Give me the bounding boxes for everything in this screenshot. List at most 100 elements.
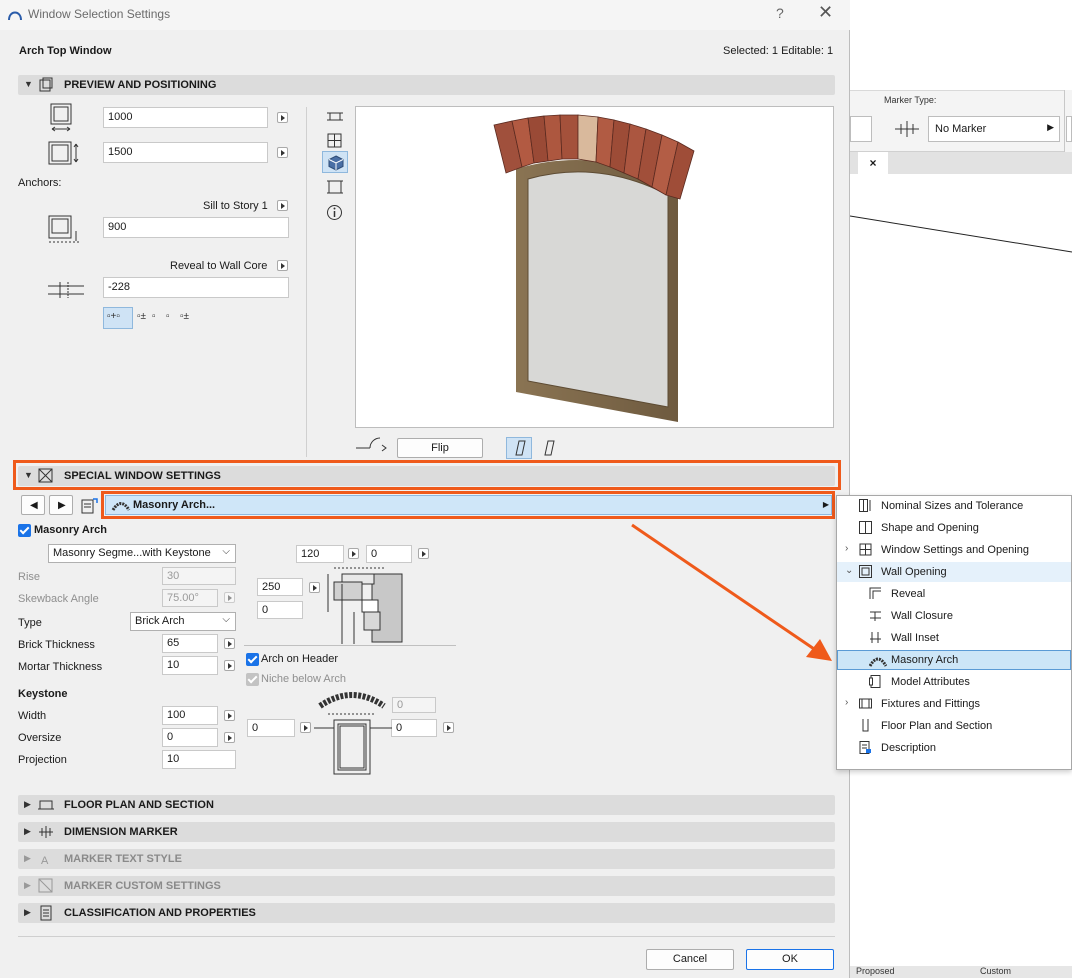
- tree-item-wall-closure[interactable]: Wall Closure: [837, 606, 1071, 626]
- masonry-arch-label: Masonry Arch: [34, 524, 107, 536]
- keystone-width-input[interactable]: 100: [162, 706, 218, 725]
- arch-on-header-checkbox[interactable]: [246, 653, 259, 666]
- arch-offset-b-arrow[interactable]: [418, 548, 429, 559]
- help-button[interactable]: ?: [776, 5, 784, 21]
- anchor-option-1[interactable]: ▫+▫: [103, 307, 133, 329]
- page-list-icon[interactable]: [81, 497, 99, 515]
- niche-right-input[interactable]: 0: [391, 719, 437, 737]
- brick-thickness-input[interactable]: 65: [162, 634, 218, 653]
- anchor-option-3-icon[interactable]: ▫: [152, 311, 156, 322]
- chevron-right-icon: ▶: [1047, 122, 1054, 132]
- tree-item-shape-opening[interactable]: Shape and Opening: [837, 518, 1071, 538]
- 3d-view-button[interactable]: [322, 151, 348, 173]
- skewback-arrow[interactable]: [224, 592, 235, 603]
- close-button[interactable]: ✕: [818, 2, 833, 23]
- anchor-option-5-icon[interactable]: ▫±: [180, 311, 189, 322]
- arch-type-select[interactable]: Masonry Segme...with Keystone ⌵: [48, 544, 236, 563]
- arch-height-arrow[interactable]: [309, 582, 320, 593]
- anchor-option-4-icon[interactable]: ▫: [166, 311, 170, 322]
- reveal-anchor-arrow[interactable]: [277, 260, 288, 271]
- brick-thickness-arrow[interactable]: [224, 638, 235, 649]
- keystone-width-arrow[interactable]: [224, 710, 235, 721]
- section-marker-custom-header[interactable]: ▶ MARKER CUSTOM SETTINGS: [18, 876, 835, 896]
- marker-type-select[interactable]: No Marker ▶: [928, 116, 1060, 142]
- section-preview-header[interactable]: ▼ PREVIEW AND POSITIONING: [18, 75, 835, 95]
- marker-custom-icon: [38, 878, 53, 893]
- section-classification-header[interactable]: ▶ CLASSIFICATION AND PROPERTIES: [18, 903, 835, 923]
- section-dimension-marker-header[interactable]: ▶ DIMENSION MARKER: [18, 822, 835, 842]
- background-field-right[interactable]: [1066, 116, 1072, 142]
- keystone-projection-input[interactable]: 10: [162, 750, 236, 769]
- tree-item-floor-plan-section[interactable]: Floor Plan and Section: [837, 716, 1071, 736]
- shape-opening-icon: [859, 521, 872, 534]
- marker-text-icon: A: [41, 855, 49, 867]
- keystone-oversize-input[interactable]: 0: [162, 728, 218, 747]
- front-view-icon[interactable]: [327, 133, 343, 149]
- keystone-width-label: Width: [18, 710, 47, 722]
- prev-page-button[interactable]: ◀: [21, 495, 45, 515]
- background-field[interactable]: [850, 116, 872, 142]
- mortar-thickness-arrow[interactable]: [224, 660, 235, 671]
- tree-item-model-attributes[interactable]: Model Attributes: [837, 672, 1071, 692]
- sill-anchor-arrow[interactable]: [277, 200, 288, 211]
- tree-item-nominal-sizes[interactable]: Nominal Sizes and Tolerance: [837, 496, 1071, 516]
- sill-height-input[interactable]: 900: [103, 217, 289, 238]
- floor-plan-icon: [38, 800, 54, 810]
- tree-item-window-settings[interactable]: › Window Settings and Opening: [837, 540, 1071, 560]
- info-icon[interactable]: [326, 204, 343, 221]
- section-floor-plan-header[interactable]: ▶ FLOOR PLAN AND SECTION: [18, 795, 835, 815]
- tree-item-description[interactable]: Description: [837, 738, 1071, 758]
- expand-triangle-icon: ▶: [24, 853, 31, 863]
- tree-item-masonry-arch[interactable]: Masonry Arch: [837, 650, 1071, 670]
- cancel-button[interactable]: Cancel: [646, 949, 734, 970]
- selection-info: Selected: 1 Editable: 1: [723, 45, 834, 57]
- plan-view-icon[interactable]: [326, 110, 344, 124]
- next-page-button[interactable]: ▶: [49, 495, 73, 515]
- tree-item-fixtures-fittings[interactable]: › Fixtures and Fittings: [837, 694, 1071, 714]
- arch-front-diagram: [314, 692, 392, 775]
- arch-height-input[interactable]: 250: [257, 578, 303, 596]
- niche-left-arrow[interactable]: [300, 722, 311, 733]
- window-preview-image: [493, 114, 695, 422]
- opening-side-alt-icon[interactable]: [542, 439, 558, 457]
- background-tab-close[interactable]: ×: [858, 152, 888, 174]
- tree-item-reveal[interactable]: Reveal: [837, 584, 1071, 604]
- section-view-icon[interactable]: [326, 179, 344, 195]
- masonry-arch-icon: [869, 657, 887, 667]
- rise-input[interactable]: 30: [162, 567, 236, 585]
- flip-button[interactable]: Flip: [397, 438, 483, 458]
- niche-top-input[interactable]: 0: [392, 697, 436, 713]
- arch-offset-b-input[interactable]: 0: [366, 545, 412, 563]
- wall-opening-icon: [859, 565, 872, 578]
- anchors-label: Anchors:: [18, 177, 62, 189]
- reveal-depth-input[interactable]: -228: [103, 277, 289, 298]
- keystone-oversize-arrow[interactable]: [224, 732, 235, 743]
- skewback-angle-input[interactable]: 75.00°: [162, 589, 218, 607]
- tree-item-wall-inset[interactable]: Wall Inset: [837, 628, 1071, 648]
- brick-thickness-label: Brick Thickness: [18, 639, 95, 651]
- anchor-option-2-icon[interactable]: ▫±: [137, 311, 146, 322]
- collapse-triangle-icon: ▼: [24, 79, 33, 89]
- section-marker-text-header[interactable]: ▶ A MARKER TEXT STYLE: [18, 849, 835, 869]
- window-settings-icon: [859, 543, 872, 556]
- niche-below-arch-checkbox[interactable]: [246, 673, 259, 686]
- width-arrow[interactable]: [277, 112, 288, 123]
- mortar-thickness-input[interactable]: 10: [162, 656, 218, 675]
- arch-base-input[interactable]: 0: [257, 601, 303, 619]
- height-input[interactable]: 1500: [103, 142, 268, 163]
- height-arrow[interactable]: [277, 147, 288, 158]
- door-orientation-1[interactable]: [506, 437, 532, 459]
- width-input[interactable]: 1000: [103, 107, 268, 128]
- masonry-arch-checkbox[interactable]: [18, 524, 31, 537]
- wall-closure-icon: [870, 611, 881, 621]
- niche-right-arrow[interactable]: [443, 722, 454, 733]
- arch-offset-a-arrow[interactable]: [348, 548, 359, 559]
- niche-left-input[interactable]: 0: [247, 719, 295, 737]
- tree-item-wall-opening[interactable]: ⌄ Wall Opening: [837, 562, 1071, 582]
- 3d-preview-pane[interactable]: [355, 106, 834, 428]
- preview-divider: [306, 107, 307, 457]
- expand-chevron-icon: ›: [845, 543, 849, 554]
- arch-material-select[interactable]: Brick Arch ⌵: [130, 612, 236, 631]
- ok-button[interactable]: OK: [746, 949, 834, 970]
- arch-offset-a-input[interactable]: 120: [296, 545, 344, 563]
